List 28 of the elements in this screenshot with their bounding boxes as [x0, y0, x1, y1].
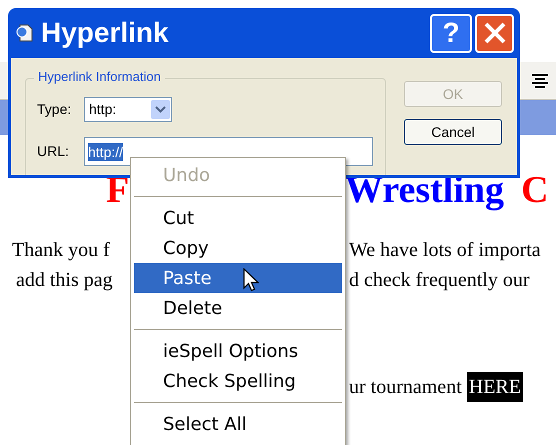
heading-text: C [521, 168, 549, 213]
url-label: URL: [37, 142, 70, 161]
menu-item[interactable]: Cut [134, 203, 342, 233]
menu-item[interactable]: Select All [134, 409, 342, 439]
menu-item[interactable]: Copy [134, 233, 342, 263]
type-dropdown[interactable]: http: [84, 97, 172, 122]
document-globe-icon [15, 23, 35, 43]
body-text: Thank you f [12, 238, 110, 263]
window-title: Hyperlink [41, 16, 169, 50]
close-button[interactable] [475, 14, 514, 52]
menu-item[interactable]: Paste [134, 263, 342, 293]
align-center-icon[interactable] [532, 74, 548, 88]
link[interactable]: HERE [466, 372, 523, 402]
cursor-icon [243, 268, 259, 292]
group-label: Hyperlink Information [34, 69, 165, 85]
help-button[interactable]: ? [430, 14, 472, 52]
body-text: ur tournament [349, 375, 462, 400]
dialog-button[interactable]: Cancel [404, 119, 502, 145]
close-icon [482, 21, 506, 45]
chevron-down-icon [151, 100, 170, 119]
body-text: We have lots of importa [349, 238, 541, 263]
body-text: d check frequently our [349, 268, 530, 293]
menu-item[interactable]: Check Spelling [134, 366, 342, 396]
heading-text: Wrestling [345, 168, 504, 213]
menu-item[interactable]: ieSpell Options [134, 336, 342, 366]
body-text: add this pag [16, 268, 113, 293]
menu-item[interactable]: Delete [134, 293, 342, 323]
type-label: Type: [37, 100, 72, 119]
